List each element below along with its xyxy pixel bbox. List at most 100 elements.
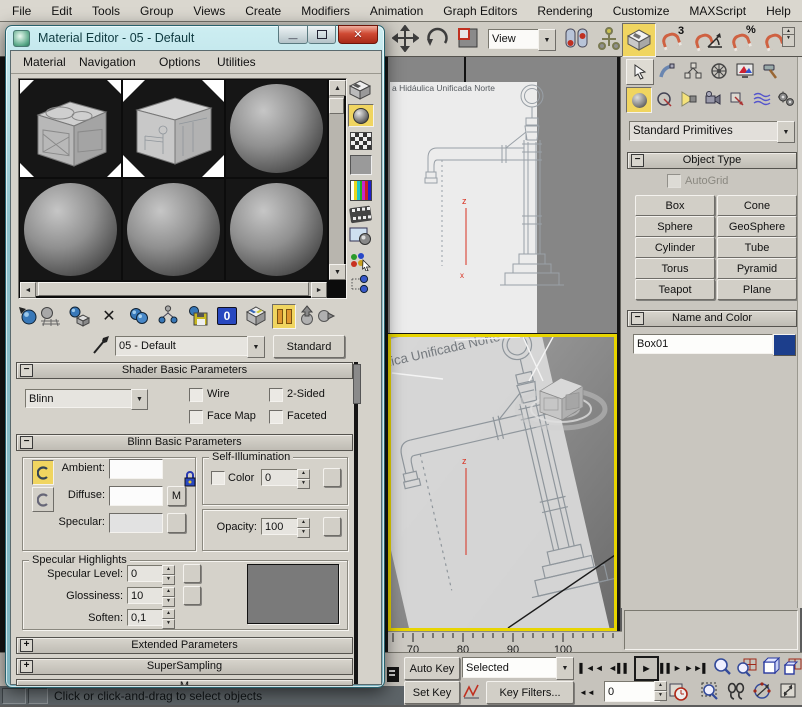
show-map-in-viewport-button[interactable] xyxy=(245,305,267,327)
viewport-perspective-active[interactable]: Hidáulica Unificada Norte xyxy=(388,334,617,631)
maximize-button[interactable] xyxy=(308,25,336,44)
shader-type-arrow[interactable]: ▼ xyxy=(131,389,148,410)
current-frame-field[interactable]: 0 xyxy=(604,681,660,702)
primitive-plane-button[interactable]: Plane xyxy=(717,279,797,300)
primitive-geosphere-button[interactable]: GeoSphere xyxy=(717,216,797,237)
select-manipulate-button[interactable] xyxy=(597,26,621,52)
rotate-button[interactable] xyxy=(424,25,451,52)
blinn-basic-rollout-header[interactable]: − Blinn Basic Parameters xyxy=(16,434,353,451)
make-material-copy-button[interactable] xyxy=(128,305,150,327)
select-by-material-button[interactable] xyxy=(349,252,372,271)
goto-start-key-button[interactable]: ◄◄ xyxy=(578,684,596,700)
shader-type-dropdown[interactable]: Blinn xyxy=(25,389,137,408)
menu-file[interactable]: File xyxy=(2,4,41,18)
primitive-pyramid-button[interactable]: Pyramid xyxy=(717,258,797,279)
material-map-navigator-button[interactable] xyxy=(349,275,372,294)
sample-slot-3-sphere[interactable] xyxy=(226,80,327,177)
primitive-cylinder-button[interactable]: Cylinder xyxy=(635,237,715,258)
zoom-all-button[interactable] xyxy=(736,657,757,677)
extended-parameters-rollout-header[interactable]: + Extended Parameters xyxy=(16,637,353,654)
angle-snap-button[interactable] xyxy=(694,27,724,51)
face-map-checkbox[interactable] xyxy=(189,410,203,424)
object-type-rollout-header[interactable]: − Object Type xyxy=(627,152,797,169)
go-to-parent-button[interactable] xyxy=(297,305,317,327)
tab-hierarchy[interactable] xyxy=(680,59,706,83)
ambient-color-swatch[interactable] xyxy=(109,459,163,479)
hscroll-left-arrow[interactable]: ◄ xyxy=(20,282,36,298)
tab-modify[interactable] xyxy=(654,59,680,83)
material-options-button[interactable] xyxy=(349,227,372,246)
hscroll-right-arrow[interactable]: ► xyxy=(311,282,327,298)
sample-slot-4-sphere[interactable] xyxy=(20,179,121,280)
spinner-snap-button[interactable]: ▲ ▼ xyxy=(764,27,794,51)
pick-material-from-object-button[interactable] xyxy=(91,334,111,356)
primitive-teapot-button[interactable]: Teapot xyxy=(635,279,715,300)
geometry-category-dropdown[interactable]: Standard Primitives xyxy=(629,121,783,141)
selection-set-arrow[interactable]: ▼ xyxy=(556,657,574,680)
lock-diffuse-specular-button[interactable] xyxy=(32,487,54,512)
supersampling-rollout-header[interactable]: + SuperSampling xyxy=(16,658,353,675)
category-cameras[interactable] xyxy=(701,87,725,111)
zoom-extents-button[interactable] xyxy=(760,657,781,677)
set-key-button[interactable]: Set Key xyxy=(404,681,460,704)
sample-slot-1-box[interactable] xyxy=(20,80,121,177)
specular-level-spinner[interactable]: ▲▼ xyxy=(162,565,175,585)
backlight-button[interactable] xyxy=(348,104,374,127)
object-color-swatch[interactable] xyxy=(773,334,796,356)
menu-group[interactable]: Group xyxy=(130,4,183,18)
material-id-channel-button[interactable]: 0 xyxy=(216,305,238,327)
tab-display[interactable] xyxy=(732,59,758,83)
material-name-arrow[interactable]: ▼ xyxy=(247,336,265,358)
primitive-sphere-button[interactable]: Sphere xyxy=(635,216,715,237)
mat-menu-material[interactable]: Material xyxy=(23,55,66,69)
primitive-box-button[interactable]: Box xyxy=(635,195,715,216)
panel-scrollbar[interactable] xyxy=(797,57,802,608)
self-illum-spinner[interactable]: ▲▼ xyxy=(297,469,310,489)
mat-menu-options[interactable]: Options xyxy=(159,55,200,69)
zoom-extents-all-button[interactable] xyxy=(783,657,802,677)
tab-create[interactable] xyxy=(626,59,654,85)
region-zoom-button[interactable] xyxy=(700,681,721,701)
background-button[interactable] xyxy=(350,132,372,150)
category-systems[interactable] xyxy=(774,87,798,111)
samples-hscrollbar[interactable]: ◄ ► xyxy=(20,282,327,296)
snaps-toggle-button[interactable] xyxy=(622,23,656,57)
vscroll-up-arrow[interactable]: ▲ xyxy=(329,80,346,96)
put-material-to-scene-button[interactable] xyxy=(39,305,61,327)
mini-curve-editor-button[interactable] xyxy=(387,667,399,682)
menu-customize[interactable]: Customize xyxy=(603,4,680,18)
menu-rendering[interactable]: Rendering xyxy=(527,4,602,18)
autogrid-checkbox[interactable] xyxy=(667,174,681,188)
category-helpers[interactable] xyxy=(725,87,749,111)
select-move-button[interactable] xyxy=(392,25,419,52)
menu-graph-editors[interactable]: Graph Editors xyxy=(433,4,527,18)
hscroll-thumb[interactable] xyxy=(38,282,309,296)
glossiness-spinner[interactable]: ▲▼ xyxy=(162,587,175,607)
samples-vscrollbar[interactable]: ▲ ▼ xyxy=(329,80,344,280)
material-type-button[interactable]: Standard xyxy=(273,335,345,358)
scale-button[interactable] xyxy=(456,26,482,52)
reset-map-button[interactable]: ✕ xyxy=(98,305,120,327)
sample-slot-5-sphere[interactable] xyxy=(123,179,224,280)
opacity-map-button[interactable] xyxy=(323,517,341,536)
wire-checkbox[interactable] xyxy=(189,388,203,402)
opacity-spinner[interactable]: ▲▼ xyxy=(297,518,310,538)
menu-maxscript[interactable]: MAXScript xyxy=(679,4,756,18)
lock-ambient-diffuse-button[interactable] xyxy=(32,460,54,485)
percent-snap-button[interactable]: % xyxy=(730,27,758,51)
shader-basic-rollout-header[interactable]: − Shader Basic Parameters xyxy=(16,362,353,379)
primitive-tube-button[interactable]: Tube xyxy=(717,237,797,258)
maximize-viewport-toggle[interactable] xyxy=(778,681,799,701)
sample-slot-2-box[interactable] xyxy=(123,80,224,177)
use-center-flyout-button[interactable] xyxy=(562,26,592,52)
category-spacewarps[interactable] xyxy=(749,87,773,111)
key-mode-toggle[interactable] xyxy=(462,681,482,702)
mat-menu-navigation[interactable]: Navigation xyxy=(79,55,136,69)
specular-level-map-button[interactable] xyxy=(183,564,201,583)
material-name-dropdown[interactable]: 05 - Default xyxy=(115,336,253,356)
goto-start-button[interactable]: ▌◄◄ xyxy=(580,658,603,677)
prev-frame-button[interactable]: ◄▌▌ xyxy=(608,658,630,677)
next-frame-button[interactable]: ▌▌► xyxy=(660,658,682,677)
specular-map-button[interactable] xyxy=(167,513,186,533)
goto-end-button[interactable]: ►►▌ xyxy=(685,658,708,677)
